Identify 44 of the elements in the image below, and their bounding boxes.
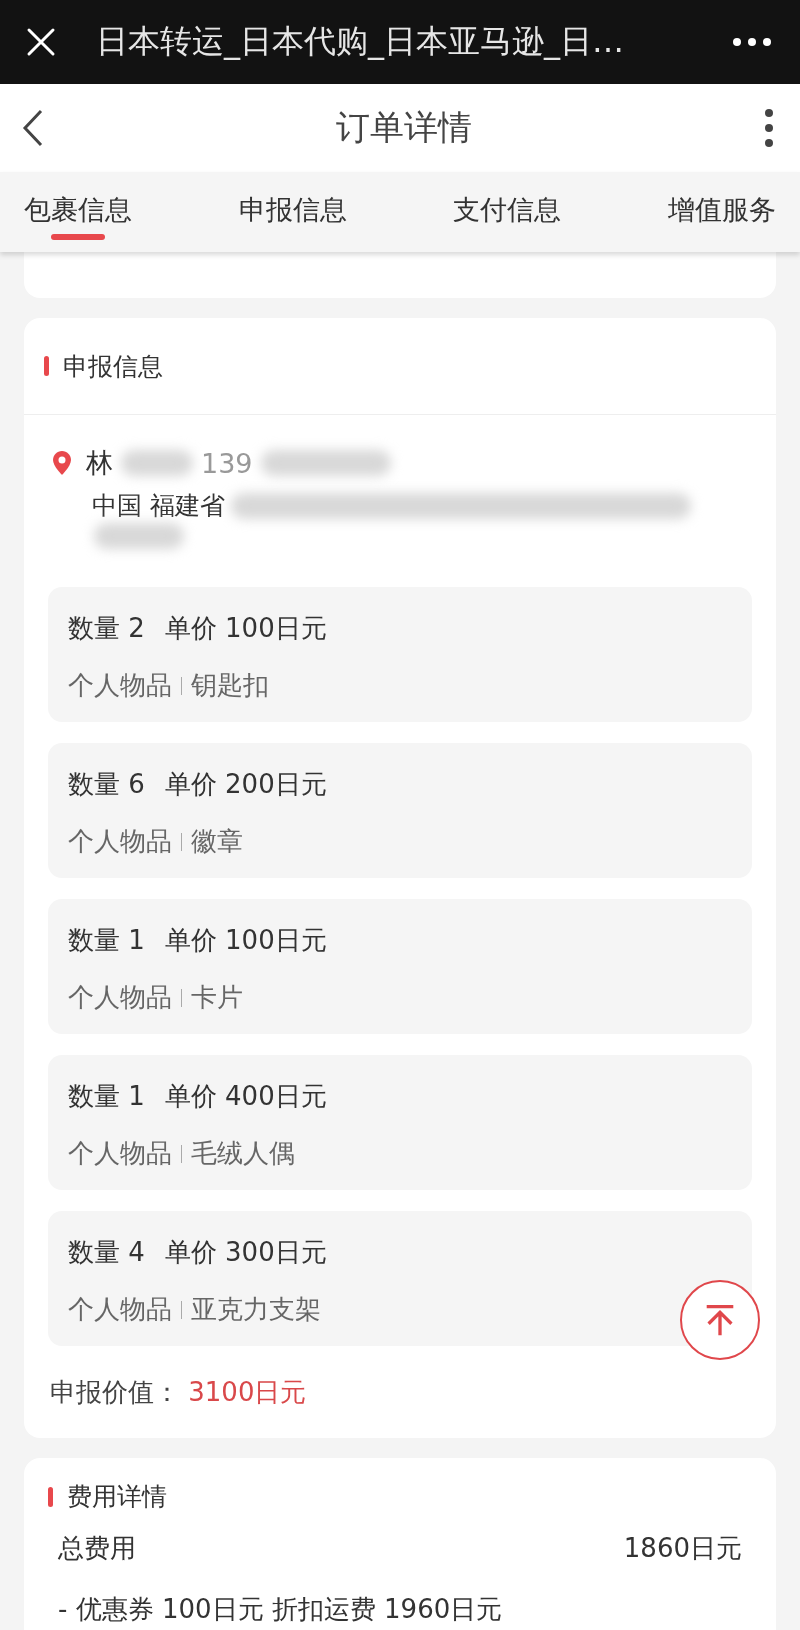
item-quantity: 数量 1 (68, 924, 145, 957)
recipient-name: 林 (86, 446, 113, 480)
item-unit-price: 单价 100日元 (164, 612, 327, 645)
item-name: 徽章 (191, 825, 243, 858)
item-unit-price: 单价 400日元 (164, 1080, 327, 1113)
item-quantity: 数量 4 (68, 1236, 145, 1269)
item-name: 卡片 (191, 981, 243, 1014)
item-category: 个人物品 (68, 981, 172, 1014)
declared-value: 3100日元 (188, 1377, 307, 1407)
redacted-blur (121, 450, 193, 476)
total-fee: 1860日元 (623, 1532, 742, 1565)
more-icon[interactable] (732, 37, 772, 47)
item-unit-price: 单价 200日元 (164, 768, 327, 801)
item-category: 个人物品 (68, 1293, 172, 1326)
page-title: 日本转运_日本代购_日本亚马逊_日… (96, 21, 625, 62)
section-title: 申报信息 (63, 350, 163, 383)
item-name: 钥匙扣 (191, 669, 269, 702)
total-fee-label: 总费用 (58, 1532, 136, 1565)
section-marker-icon (44, 356, 49, 376)
item-name: 毛绒人偶 (191, 1137, 295, 1170)
recipient-phone: 139 (201, 447, 253, 479)
item-category: 个人物品 (68, 825, 172, 858)
item-unit-price: 单价 100日元 (164, 924, 327, 957)
item-quantity: 数量 1 (68, 1080, 145, 1113)
section-title: 费用详情 (67, 1481, 167, 1513)
item-category: 个人物品 (68, 669, 172, 702)
tab[interactable]: 包裹信息 (24, 184, 132, 240)
tab[interactable]: 增值服务 (667, 184, 776, 240)
close-icon[interactable] (26, 27, 56, 57)
location-pin-icon (52, 450, 72, 476)
recipient-address: 中国 福建省 (92, 490, 225, 522)
back-icon[interactable] (22, 108, 44, 148)
more-vertical-icon[interactable] (764, 108, 774, 148)
item-quantity: 数量 2 (68, 612, 145, 645)
item-quantity: 数量 6 (68, 768, 145, 801)
item-unit-price: 单价 300日元 (164, 1236, 327, 1269)
item-category: 个人物品 (68, 1137, 172, 1170)
screen-title: 订单详情 (336, 106, 472, 149)
section-marker-icon (48, 1486, 53, 1507)
declared-value-label: 申报价值： (50, 1377, 180, 1407)
tab[interactable]: 申报信息 (238, 184, 347, 240)
tab[interactable]: 支付信息 (453, 184, 562, 240)
item-name: 亚克力支架 (191, 1293, 321, 1326)
fee-breakdown: - 优惠券 100日元 折扣运费 1960日元 (58, 1594, 503, 1624)
